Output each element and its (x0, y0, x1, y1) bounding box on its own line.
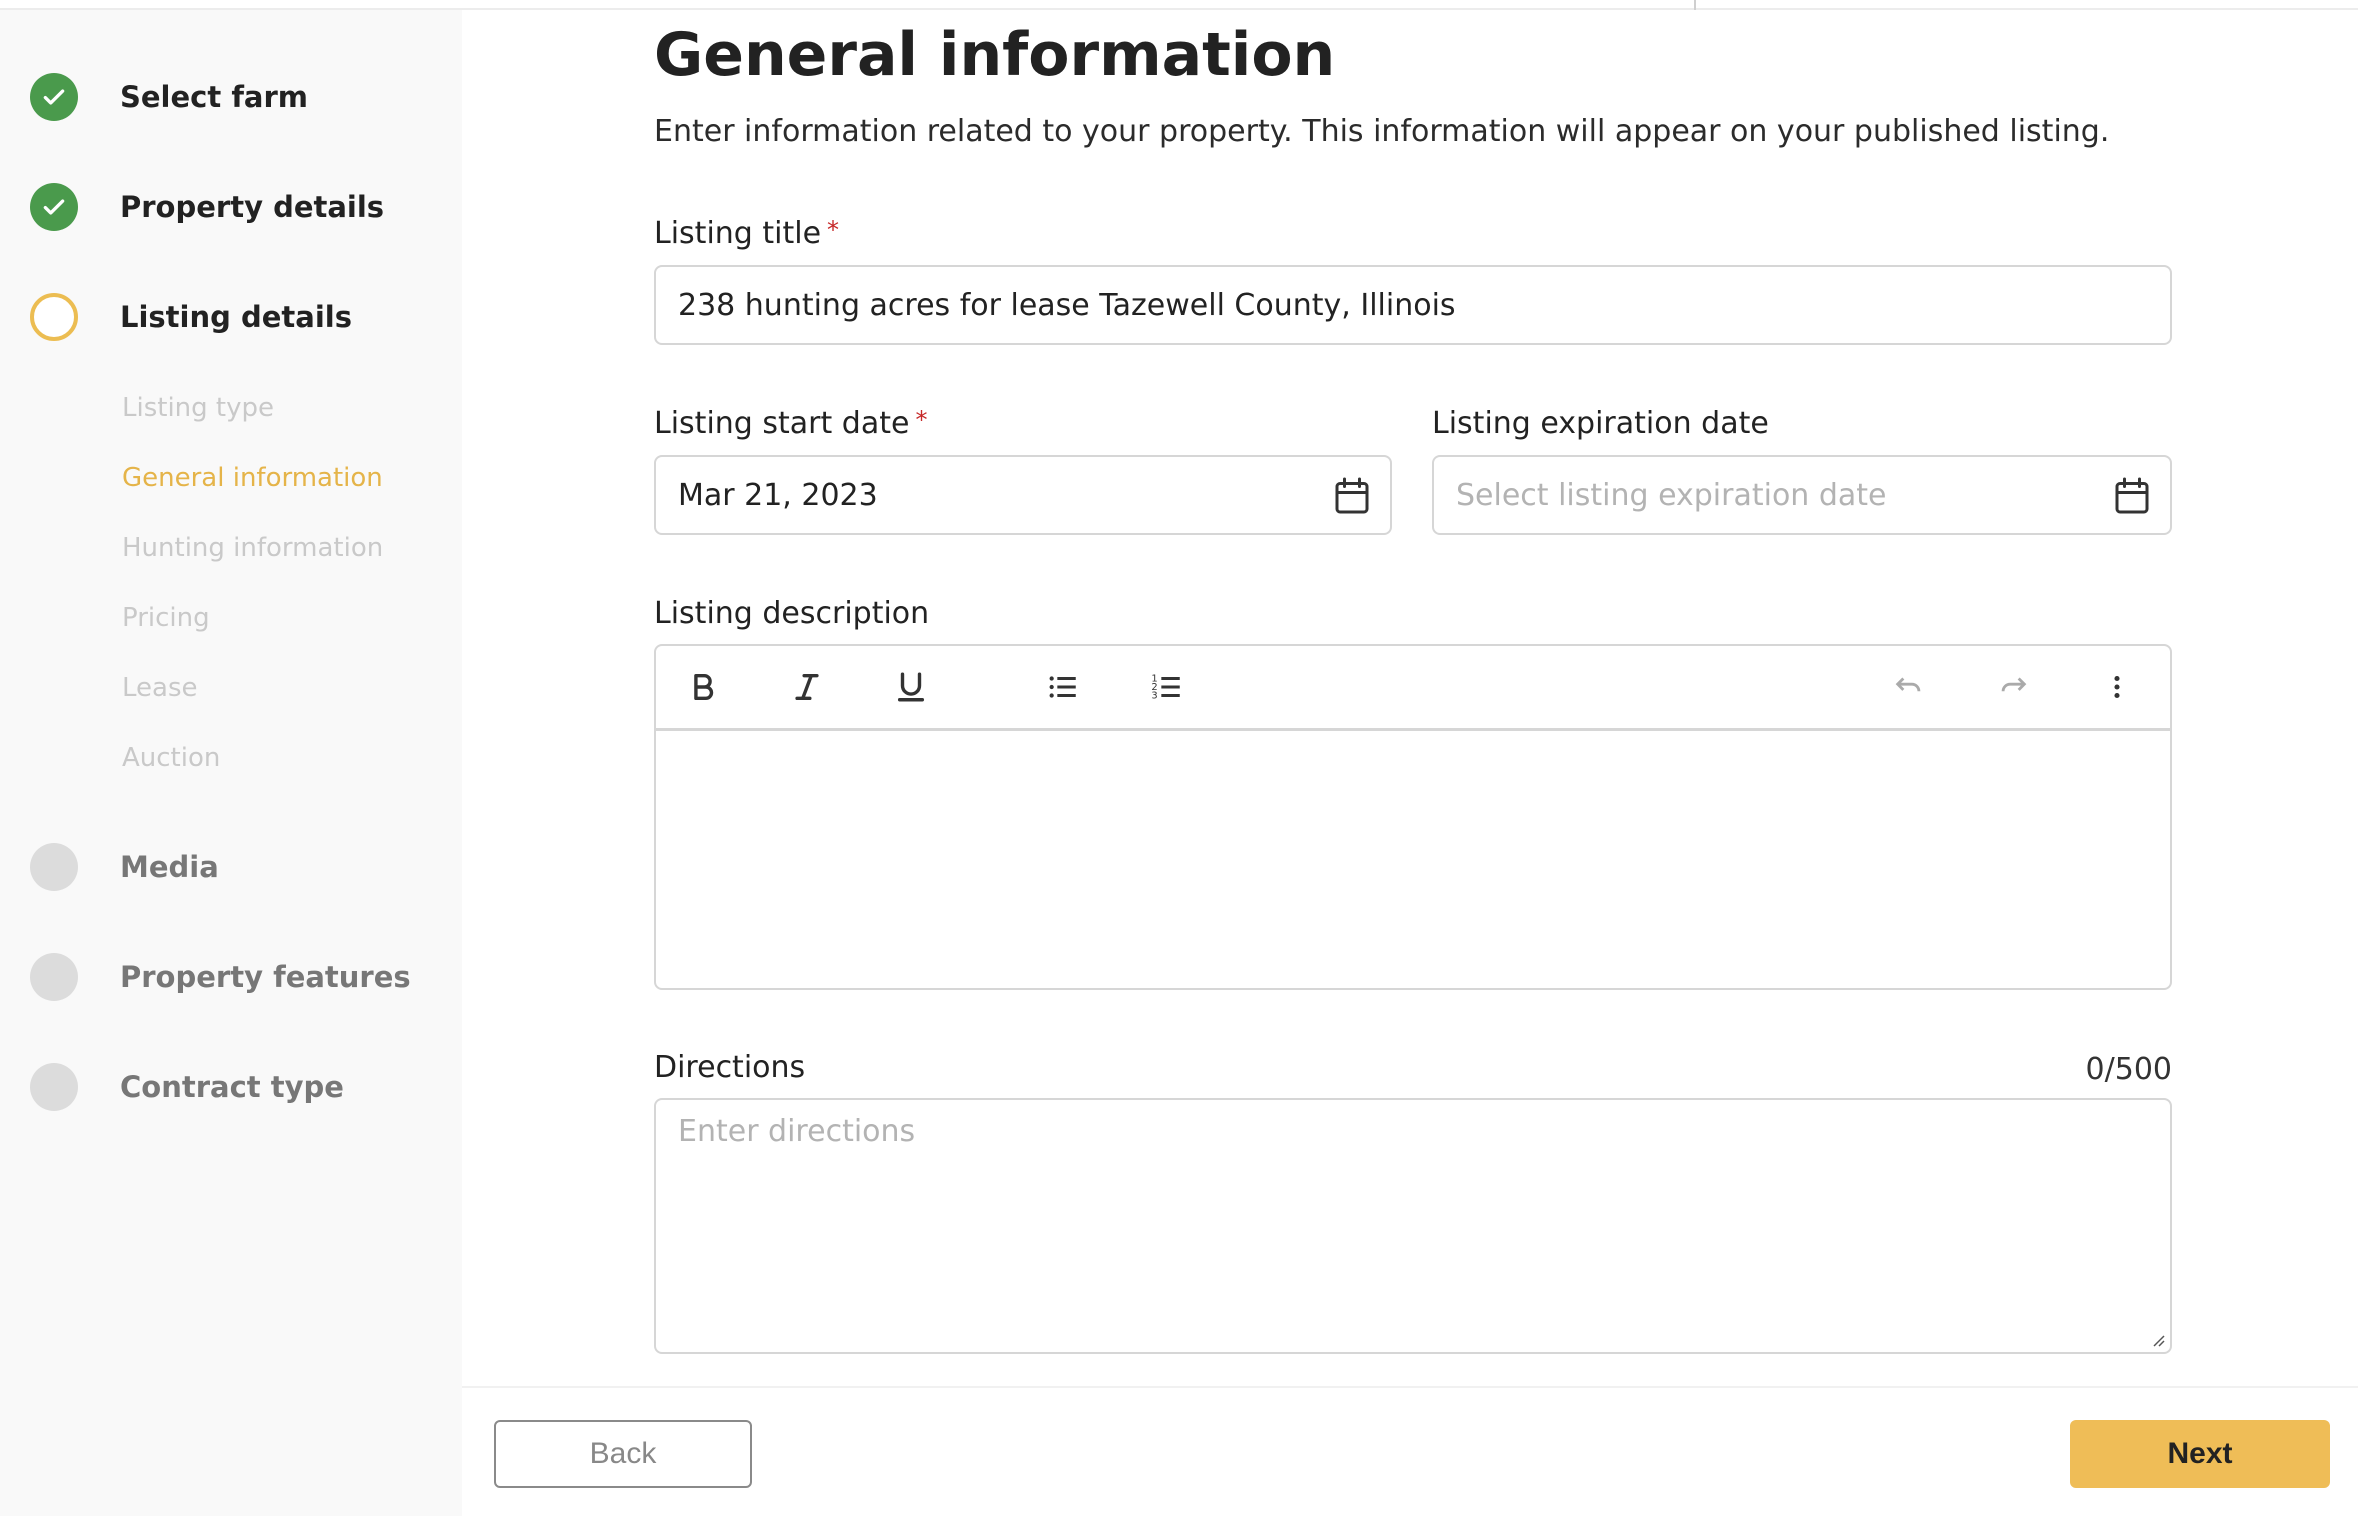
next-button[interactable]: Next (2070, 1420, 2330, 1488)
expiration-date-label: Listing expiration date (1432, 406, 1769, 441)
wizard-sidebar: Select farm Property details Listing det… (0, 10, 462, 1516)
step-property-details[interactable]: Property details (30, 183, 384, 231)
expiration-date-input[interactable]: Select listing expiration date (1432, 455, 2172, 535)
main-content: General information Enter information re… (462, 10, 2358, 1518)
undo-icon[interactable] (1886, 664, 1932, 710)
editor-toolbar: 123 (656, 646, 2170, 731)
pending-step-indicator (30, 953, 78, 1001)
check-icon (30, 183, 78, 231)
check-icon (30, 73, 78, 121)
wizard-footer: Back Next (462, 1386, 2358, 1518)
directions-textarea[interactable]: Enter directions (654, 1098, 2172, 1354)
step-media[interactable]: Media (30, 843, 219, 891)
substep-pricing[interactable]: Pricing (122, 603, 210, 633)
resize-handle-icon[interactable] (2150, 1332, 2166, 1348)
underline-icon[interactable] (888, 664, 934, 710)
required-marker: * (827, 216, 840, 244)
step-label: Listing details (120, 300, 352, 334)
description-label: Listing description (654, 596, 930, 631)
italic-icon[interactable] (784, 664, 830, 710)
step-property-features[interactable]: Property features (30, 953, 411, 1001)
more-vertical-icon[interactable] (2094, 664, 2140, 710)
listing-title-value: 238 hunting acres for lease Tazewell Cou… (678, 287, 1456, 323)
redo-icon[interactable] (1990, 664, 2036, 710)
expiration-date-placeholder: Select listing expiration date (1456, 477, 1887, 513)
step-listing-details[interactable]: Listing details (30, 293, 352, 341)
step-select-farm[interactable]: Select farm (30, 73, 308, 121)
substep-hunting-information[interactable]: Hunting information (122, 533, 383, 563)
listing-title-label-text: Listing title (654, 216, 822, 251)
page-subtitle: Enter information related to your proper… (654, 114, 2110, 149)
start-date-label: Listing start date * (654, 406, 927, 441)
listing-title-input[interactable]: 238 hunting acres for lease Tazewell Cou… (654, 265, 2172, 345)
start-date-value: Mar 21, 2023 (678, 477, 878, 513)
directions-placeholder: Enter directions (678, 1114, 916, 1149)
directions-label: Directions (654, 1050, 806, 1085)
pending-step-indicator (30, 1063, 78, 1111)
substep-auction[interactable]: Auction (122, 743, 220, 773)
step-contract-type[interactable]: Contract type (30, 1063, 344, 1111)
bold-icon[interactable] (680, 664, 726, 710)
top-divider (0, 0, 2358, 14)
step-label: Property details (120, 190, 385, 224)
step-label: Contract type (120, 1070, 344, 1104)
start-date-input[interactable]: Mar 21, 2023 (654, 455, 1392, 535)
bulleted-list-icon[interactable] (1040, 664, 1086, 710)
step-label: Property features (120, 960, 411, 994)
substep-listing-type[interactable]: Listing type (122, 393, 274, 423)
step-label: Media (120, 850, 219, 884)
description-editor[interactable]: 123 (654, 644, 2172, 990)
current-step-indicator (30, 293, 78, 341)
numbered-list-icon[interactable]: 123 (1144, 664, 1190, 710)
page-title: General information (654, 20, 1336, 90)
step-label: Select farm (120, 80, 309, 114)
substep-lease[interactable]: Lease (122, 673, 198, 703)
required-marker: * (915, 406, 928, 434)
calendar-icon[interactable] (2114, 477, 2150, 517)
back-button[interactable]: Back (494, 1420, 752, 1488)
character-counter: 0/500 (2085, 1052, 2172, 1087)
listing-title-label: Listing title * (654, 216, 839, 251)
svg-text:3: 3 (1151, 690, 1157, 701)
calendar-icon[interactable] (1334, 477, 1370, 517)
substep-general-information[interactable]: General information (122, 463, 383, 493)
start-date-label-text: Listing start date (654, 406, 910, 441)
pending-step-indicator (30, 843, 78, 891)
